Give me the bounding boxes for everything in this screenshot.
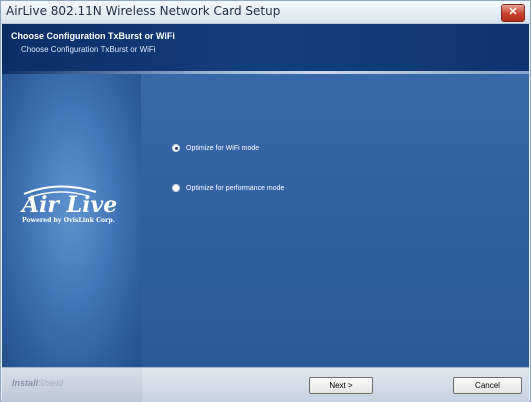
installshield-brand: InstallShield xyxy=(12,378,63,388)
wizard-footer: InstallShield Next > Cancel xyxy=(2,367,529,402)
installshield-panel: InstallShield xyxy=(2,368,142,402)
wizard-header: Choose Configuration TxBurst or WiFi Cho… xyxy=(2,24,529,71)
next-button[interactable]: Next > xyxy=(309,377,373,394)
close-icon: ✕ xyxy=(508,6,518,18)
window-title: AirLive 802.11N Wireless Network Card Se… xyxy=(6,4,281,18)
airlive-logo: Air Live Powered by OvisLink Corp. xyxy=(20,185,117,224)
radio-button-icon[interactable] xyxy=(172,184,180,192)
option-wifi-label: Optimize for WiFi mode xyxy=(186,144,260,152)
logo-brand-text: Air Live xyxy=(20,192,117,218)
logo-tagline-text: Powered by OvisLink Corp. xyxy=(22,217,115,224)
radio-button-icon[interactable] xyxy=(172,144,180,152)
cancel-button[interactable]: Cancel xyxy=(453,377,522,394)
installshield-part-b: Shield xyxy=(38,378,64,388)
title-bar[interactable]: AirLive 802.11N Wireless Network Card Se… xyxy=(1,1,530,24)
setup-window: AirLive 802.11N Wireless Network Card Se… xyxy=(0,0,531,402)
option-wifi-mode[interactable]: Optimize for WiFi mode xyxy=(172,144,259,152)
installshield-part-a: Install xyxy=(12,378,39,388)
side-panel: Air Live Powered by OvisLink Corp. xyxy=(2,74,141,367)
wizard-body: Air Live Powered by OvisLink Corp. Optim… xyxy=(2,74,529,367)
option-performance-mode[interactable]: Optimize for performance mode xyxy=(172,184,284,192)
header-subtitle: Choose Configuration TxBurst or WiFi xyxy=(21,45,156,54)
header-title: Choose Configuration TxBurst or WiFi xyxy=(11,31,175,41)
option-performance-label: Optimize for performance mode xyxy=(186,184,285,192)
close-button[interactable]: ✕ xyxy=(501,4,525,22)
